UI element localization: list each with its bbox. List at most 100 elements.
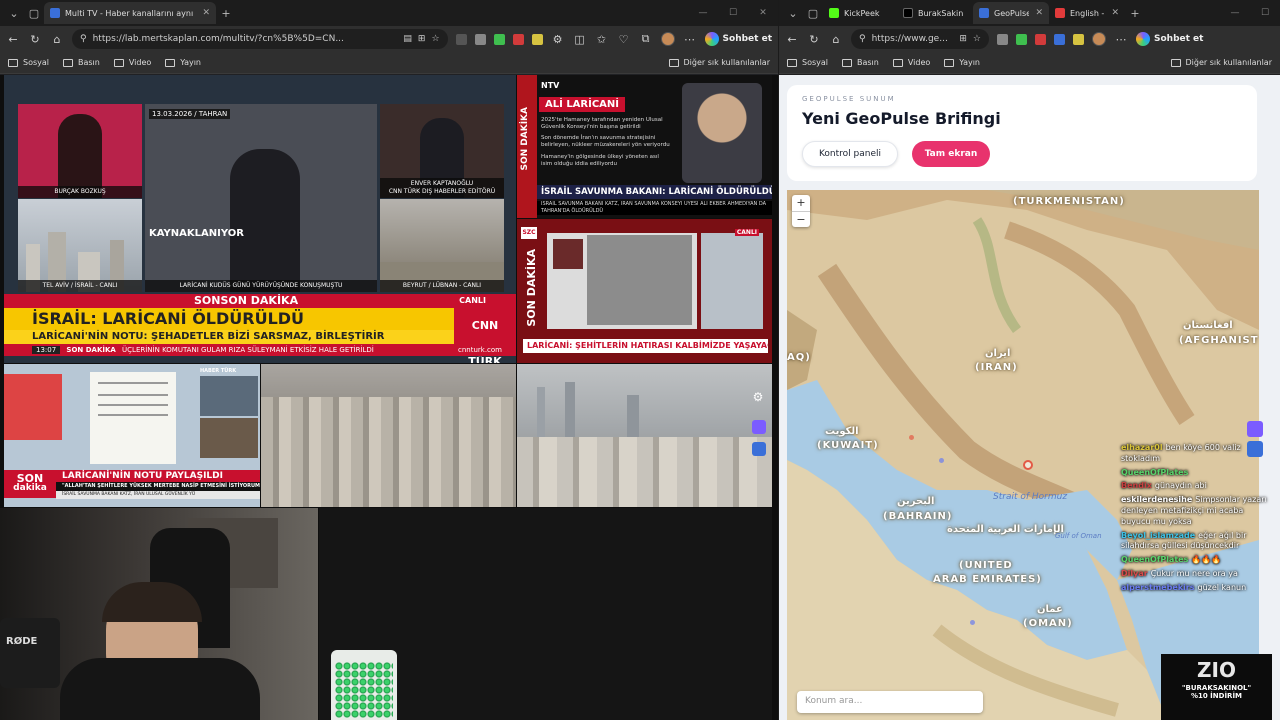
sozcu-logo: SZC (521, 227, 537, 239)
copilot-chat-button[interactable]: Sohbet et (704, 32, 772, 46)
side-panel-icon[interactable] (752, 420, 766, 434)
performance-icon[interactable]: ♡ (617, 33, 631, 46)
maximize-icon[interactable]: ☐ (1250, 8, 1280, 18)
new-tab-button[interactable]: + (216, 7, 236, 20)
split-screen-icon[interactable]: ⊞ (418, 34, 426, 44)
zoom-in-button[interactable]: + (792, 195, 810, 211)
tab-english[interactable]: English - T ✕ (1049, 2, 1125, 24)
presenter-tile (4, 374, 62, 440)
more-menu-icon[interactable]: ⋯ (683, 33, 697, 46)
chat-text: günaydın abi (1154, 481, 1207, 491)
reload-icon[interactable]: ↻ (807, 33, 821, 46)
copilot-chat-button[interactable]: Sohbet et (1136, 32, 1203, 46)
extensions-puzzle-icon[interactable]: ⚙ (551, 33, 565, 46)
bookmark-label: Sosyal (23, 58, 49, 67)
collections-icon[interactable]: ⧉ (639, 32, 653, 46)
haberturk-stream[interactable]: HABER TÜRK SON dakika LARİCANİ'NİN NOTU … (4, 364, 260, 507)
back-arrow-icon[interactable]: ← (6, 33, 20, 46)
bookmark-folder-video[interactable]: Video (113, 58, 151, 67)
bookmark-label: Diğer sık kullanılanlar (683, 58, 771, 67)
tab-list-chevron-icon[interactable]: ⌄ (783, 7, 803, 20)
tab-geopulse[interactable]: GeoPulse ✕ (973, 2, 1049, 24)
tab-kickpeek[interactable]: KickPeek (823, 2, 897, 24)
bookmark-folder-yayin[interactable]: Yayın (944, 58, 980, 67)
address-bar[interactable]: ⚲ https://lab.mertskaplan.com/multitv/?c… (72, 29, 448, 49)
site-info-icon[interactable]: ⚲ (80, 34, 87, 44)
other-bookmarks-folder[interactable]: Diğer sık kullanılanlar (1170, 58, 1273, 67)
location-search-input[interactable]: Konum ara... (797, 691, 983, 713)
minimize-icon[interactable]: — (1220, 8, 1250, 18)
fullscreen-button[interactable]: Tam ekran (912, 141, 990, 167)
ntv-stream[interactable]: SON DAKİKA NTV ALİ LARİCANİ 2025'te Hama… (517, 75, 772, 218)
son-dakika-vertical: SON DAKİKA (525, 249, 538, 327)
bookmark-folder-yayin[interactable]: Yayın (165, 58, 201, 67)
extension-icon[interactable] (1035, 33, 1046, 45)
other-bookmarks-folder[interactable]: Diğer sık kullanılanlar (668, 58, 771, 67)
favorite-star-icon[interactable]: ☆ (431, 34, 439, 44)
home-icon[interactable]: ⌂ (829, 33, 843, 46)
address-bar[interactable]: ⚲ https://www.ge... ⊞ ☆ (851, 29, 989, 49)
translate-icon[interactable] (752, 442, 766, 456)
close-tab-icon[interactable]: ✕ (1111, 8, 1119, 18)
map-marker-icon[interactable] (1023, 460, 1033, 470)
split-screen-icon[interactable]: ⊞ (959, 34, 967, 44)
tab-multitv[interactable]: Multi TV - Haber kanallarını aynı a ✕ (44, 2, 216, 24)
label-turkmenistan: (TURKMENISTAN) (1013, 196, 1125, 207)
zoom-out-button[interactable]: − (792, 211, 810, 227)
close-tab-icon[interactable]: ✕ (1035, 8, 1043, 18)
settings-gear-icon[interactable]: ⚙ (750, 390, 766, 406)
left-bookmarks-bar: Sosyal Basın Video Yayın Diğer sık kulla… (0, 52, 778, 74)
back-arrow-icon[interactable]: ← (785, 33, 799, 46)
profile-avatar[interactable] (660, 32, 675, 46)
workspaces-icon[interactable]: ▢ (24, 7, 44, 20)
sozcu-stream[interactable]: SZC SON DAKİKA CANLI LARİCANİ: ŞEHİTLERİ… (517, 219, 772, 363)
video-tile (553, 239, 583, 269)
city-camera-2[interactable]: ⚙ (517, 364, 772, 507)
split-icon[interactable]: ◫ (573, 33, 587, 46)
tab-buraksakin[interactable]: BurakSakin (897, 2, 973, 24)
tehran-feed: 13.03.2026 / TAHRAN KAYNAKLANIYOR LARİCA… (145, 104, 377, 292)
extension-icon[interactable] (1054, 33, 1065, 45)
workspaces-icon[interactable]: ▢ (803, 7, 823, 20)
side-panel-icon[interactable] (1247, 421, 1263, 437)
close-tab-icon[interactable]: ✕ (202, 8, 210, 18)
extension-icon[interactable] (997, 33, 1008, 45)
maximize-icon[interactable]: ☐ (718, 8, 748, 18)
city-camera-1[interactable] (261, 364, 516, 507)
reload-icon[interactable]: ↻ (28, 33, 42, 46)
bookmark-label: Diğer sık kullanılanlar (1185, 58, 1273, 67)
extension-icon[interactable] (1016, 33, 1027, 45)
control-panel-button[interactable]: Kontrol paneli (802, 141, 898, 167)
bookmark-folder-video[interactable]: Video (892, 58, 930, 67)
map-marker-icon[interactable] (970, 620, 975, 625)
new-tab-button[interactable]: + (1125, 7, 1145, 20)
bookmark-folder-basin[interactable]: Basın (842, 58, 879, 67)
site-info-icon[interactable]: ⚲ (859, 34, 866, 44)
extension-icon[interactable] (512, 33, 524, 45)
editor-caption: ENVER KAPTANOĞLU CNN TÜRK DIŞ HABERLER ED… (380, 178, 504, 198)
reader-view-icon[interactable]: ▤ (403, 34, 412, 44)
cnn-turk-stream[interactable]: BURÇAK BOZKUŞ 13.03.2026 / TAHRAN KAYNAK… (4, 75, 516, 363)
minimize-icon[interactable]: — (688, 8, 718, 18)
profile-avatar[interactable] (1092, 32, 1106, 46)
more-menu-icon[interactable]: ⋯ (1114, 33, 1128, 46)
speaker-figure (230, 149, 300, 292)
home-icon[interactable]: ⌂ (50, 33, 64, 46)
chat-label: Sohbet et (722, 34, 772, 44)
favorites-icon[interactable]: ✩ (595, 33, 609, 46)
close-window-icon[interactable]: ✕ (748, 8, 778, 18)
favorite-star-icon[interactable]: ☆ (973, 34, 981, 44)
extension-icon[interactable] (455, 33, 467, 45)
building (261, 397, 516, 507)
tab-list-chevron-icon[interactable]: ⌄ (4, 7, 24, 20)
multitv-grid: BURÇAK BOZKUŞ 13.03.2026 / TAHRAN KAYNAK… (0, 75, 778, 720)
extension-icon[interactable] (493, 33, 505, 45)
bookmark-folder-basin[interactable]: Basın (63, 58, 100, 67)
extension-icon[interactable] (531, 33, 543, 45)
map-marker-icon[interactable] (939, 458, 944, 463)
extension-icon[interactable] (474, 33, 486, 45)
extension-icon[interactable] (1073, 33, 1084, 45)
bookmark-folder-sosyal[interactable]: Sosyal (787, 58, 828, 67)
map-marker-icon[interactable] (909, 435, 914, 440)
bookmark-folder-sosyal[interactable]: Sosyal (8, 58, 49, 67)
